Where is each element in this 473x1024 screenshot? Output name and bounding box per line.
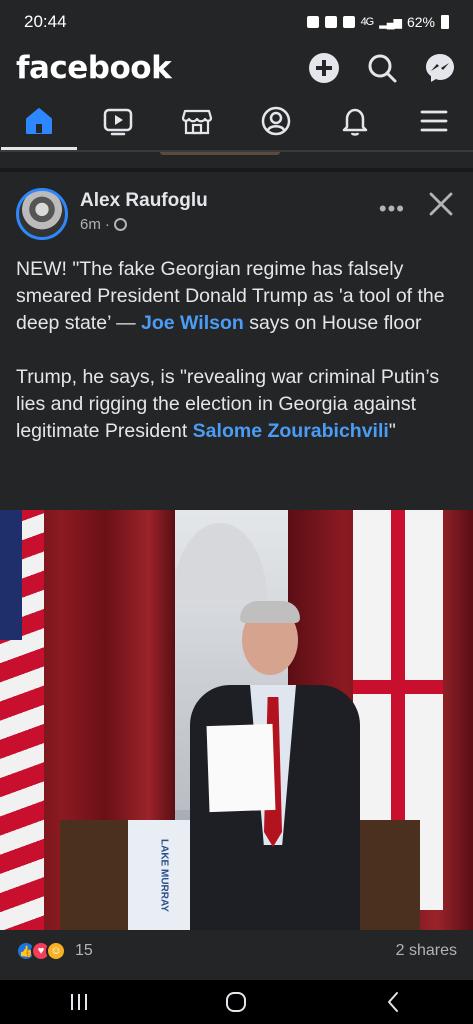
post-paragraph-1: NEW! "The fake Georgian regime has false… [16, 256, 456, 337]
avatar[interactable] [16, 188, 68, 240]
us-flag [0, 510, 44, 930]
recents-icon [70, 994, 87, 1010]
reaction-count[interactable]: 15 [75, 942, 396, 960]
hair [240, 601, 300, 623]
plus-icon [309, 53, 339, 83]
tab-menu[interactable] [404, 92, 464, 150]
author-block: Alex Raufoglu 6m · [80, 190, 208, 244]
alarm-icon [324, 16, 337, 28]
post-photo[interactable]: LAKE MURRAY [0, 510, 473, 930]
care-reaction-icon[interactable]: ☺ [46, 941, 66, 961]
feed-divider [0, 150, 473, 168]
status-icons: 4G ▂▄▆ 62% [306, 14, 449, 30]
post-paragraph-2: Trump, he says, is "revealing war crimin… [16, 364, 456, 445]
battery-icon [441, 15, 449, 29]
video-icon [103, 108, 133, 136]
tab-home[interactable] [1, 92, 78, 150]
person [190, 601, 360, 930]
share-count[interactable]: 2 shares [396, 942, 457, 960]
status-time: 20:44 [24, 12, 67, 31]
more-options-button[interactable]: ••• [379, 196, 405, 222]
meta-dot: · [104, 216, 110, 233]
menu-icon [420, 110, 447, 132]
app-header: facebook [0, 44, 473, 92]
post-time[interactable]: 6m [80, 216, 101, 233]
tab-marketplace[interactable] [167, 92, 227, 150]
network-label: 4G [360, 16, 375, 28]
tab-watch[interactable] [88, 92, 148, 150]
bell-icon [342, 108, 367, 136]
search-button[interactable] [365, 51, 399, 85]
search-icon [368, 54, 397, 83]
author-name[interactable]: Alex Raufoglu [80, 190, 208, 212]
notification-icon [306, 16, 319, 28]
recent-apps-button[interactable] [49, 980, 109, 1024]
battery-percent: 62% [406, 14, 435, 30]
reactions-bar: 👍 ♥ ☺ 15 2 shares [16, 936, 457, 966]
signal-icon: ▂▄▆ [379, 16, 402, 29]
home-icon [26, 108, 53, 134]
mute-icon [342, 16, 355, 28]
mention-joe-wilson[interactable]: Joe Wilson [141, 312, 244, 334]
post-meta: 6m · [80, 216, 208, 233]
paragraph-2-tail: " [388, 420, 396, 442]
hide-post-button[interactable] [425, 188, 457, 220]
messenger-button[interactable] [423, 51, 457, 85]
back-button[interactable] [364, 980, 424, 1024]
paragraph-1-tail: says on House floor [243, 312, 422, 334]
tab-notifications[interactable] [325, 92, 385, 150]
main-nav [0, 92, 473, 150]
home-circle-icon [226, 992, 247, 1012]
create-button[interactable] [307, 51, 341, 85]
close-icon [429, 192, 453, 216]
mention-salome-zourabichvili[interactable]: Salome Zourabichvili [193, 420, 389, 442]
profile-icon [261, 106, 291, 136]
post-body: NEW! "The fake Georgian regime has false… [16, 256, 456, 472]
home-system-button[interactable] [206, 980, 266, 1024]
messenger-icon [426, 54, 454, 82]
status-bar: 20:44 4G ▂▄▆ 62% [0, 0, 473, 44]
post-card: Alex Raufoglu 6m · ••• NEW! "The fake Ge… [0, 172, 473, 980]
post-header: Alex Raufoglu 6m · ••• [16, 188, 457, 244]
system-nav-bar [0, 980, 473, 1024]
capitol-dome [165, 510, 275, 600]
facebook-logo[interactable]: facebook [16, 50, 283, 86]
tab-profile[interactable] [246, 92, 306, 150]
previous-post-edge [160, 152, 280, 155]
document [206, 723, 276, 813]
marketplace-icon [181, 109, 213, 135]
globe-icon [113, 218, 127, 231]
chevron-left-icon [388, 992, 399, 1012]
